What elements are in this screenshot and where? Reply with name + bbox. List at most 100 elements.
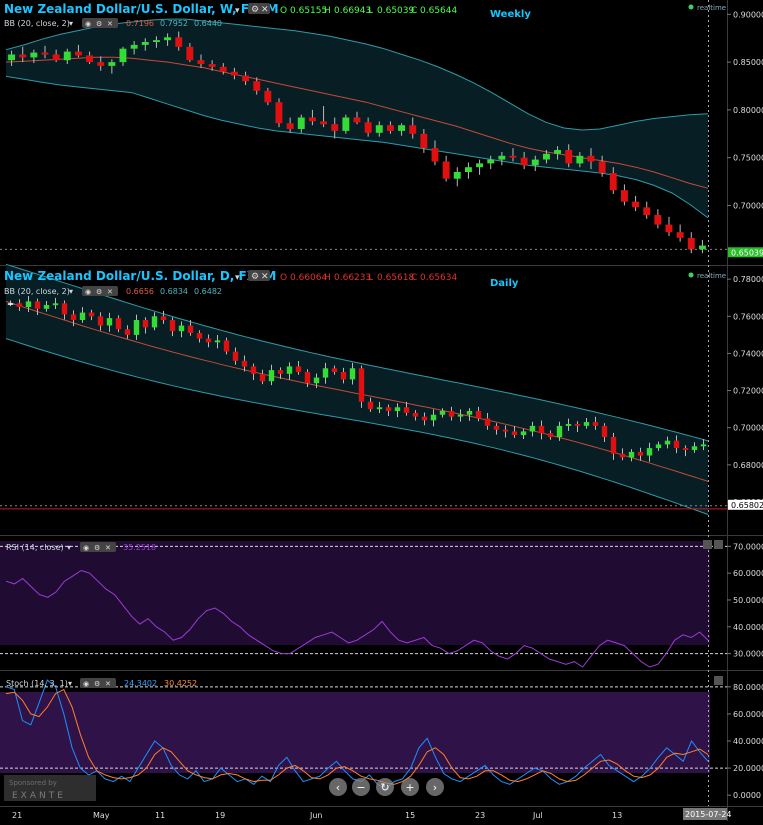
weekly-candle-body bbox=[253, 81, 261, 91]
daily-candle-body bbox=[529, 425, 536, 432]
stoch-dropdown-icon[interactable]: ▾ bbox=[68, 679, 72, 688]
weekly-bb-close-icon[interactable]: ✕ bbox=[107, 20, 113, 28]
daily-axis-label: 0.74000 bbox=[733, 349, 763, 358]
daily-candle-body bbox=[295, 366, 302, 372]
weekly-candle-body bbox=[375, 125, 383, 133]
weekly-candle-body bbox=[164, 37, 171, 41]
daily-candle-body bbox=[691, 446, 698, 450]
daily-candle-body bbox=[97, 316, 104, 326]
weekly-candle-body bbox=[453, 172, 461, 179]
stoch-maximize-button[interactable] bbox=[714, 676, 723, 685]
weekly-candle-body bbox=[576, 155, 584, 164]
daily-candle-body bbox=[700, 444, 707, 447]
weekly-candle-body bbox=[621, 190, 628, 202]
rsi-eye-icon[interactable]: ◉ bbox=[83, 544, 89, 552]
weekly-candle-body bbox=[197, 60, 205, 64]
daily-candle-body bbox=[655, 444, 662, 449]
weekly-candle-body bbox=[442, 161, 450, 179]
weekly-ohlc-o: 0.65155 bbox=[290, 6, 327, 16]
daily-gear-icon[interactable]: ⚙ bbox=[251, 272, 259, 282]
daily-ohlc-o-label: O bbox=[280, 273, 287, 283]
weekly-candle-body bbox=[465, 167, 472, 172]
weekly-close-icon[interactable]: ✕ bbox=[261, 5, 269, 15]
weekly-candle-body bbox=[242, 75, 249, 82]
weekly-price-tag: 0.65039 bbox=[731, 248, 763, 257]
trading-chart-window: 0.90000 0.85000 0.80000 0.75000 0.70000 0.780… bbox=[0, 0, 763, 821]
weekly-ohlc-c-label: C bbox=[411, 6, 417, 16]
rsi-maximize-button[interactable] bbox=[714, 540, 723, 549]
weekly-candle-body bbox=[409, 125, 417, 134]
weekly-bb-eye-icon[interactable]: ◉ bbox=[85, 20, 91, 28]
daily-timeframe-label: Daily bbox=[490, 278, 519, 289]
daily-title-dropdown-icon[interactable]: ▾ bbox=[235, 273, 240, 283]
nav-button-icon[interactable]: ↻ bbox=[380, 781, 389, 794]
weekly-candle-body bbox=[587, 155, 595, 162]
stoch-gear-icon[interactable]: ⚙ bbox=[94, 680, 100, 688]
rsi-minimize-button[interactable] bbox=[703, 540, 712, 549]
daily-bb-gear-icon[interactable]: ⚙ bbox=[96, 288, 102, 296]
weekly-candle-body bbox=[86, 55, 93, 63]
stoch-close-icon[interactable]: ✕ bbox=[105, 680, 111, 688]
weekly-candle-body bbox=[186, 46, 194, 61]
nav-button-icon[interactable]: + bbox=[405, 781, 414, 794]
daily-candle-body bbox=[619, 453, 626, 458]
weekly-candle-body bbox=[41, 52, 49, 55]
weekly-bb-gear-icon[interactable]: ⚙ bbox=[96, 20, 102, 28]
stoch-eye-icon[interactable]: ◉ bbox=[83, 680, 89, 688]
weekly-ohlc-c: 0.65644 bbox=[420, 6, 457, 16]
daily-candle-body bbox=[565, 424, 572, 426]
weekly-gear-icon[interactable]: ⚙ bbox=[251, 5, 259, 15]
daily-candle-body bbox=[259, 373, 266, 382]
daily-candle-body bbox=[232, 351, 239, 361]
nav-button-icon[interactable]: − bbox=[356, 781, 365, 794]
weekly-candle-body bbox=[286, 123, 294, 129]
daily-bb-label[interactable]: BB (20, close, 2) bbox=[4, 287, 70, 296]
daily-candle-body bbox=[187, 325, 194, 333]
nav-button-icon[interactable]: ‹ bbox=[336, 781, 340, 794]
daily-ohlc-h: 0.66233 bbox=[334, 273, 371, 283]
daily-bb-eye-icon[interactable]: ◉ bbox=[85, 288, 91, 296]
weekly-candle-body bbox=[531, 159, 539, 166]
weekly-ohlc-l: 0.65039 bbox=[377, 6, 414, 16]
x-axis-label: Jun bbox=[309, 811, 323, 820]
x-axis-label: 11 bbox=[155, 811, 165, 820]
daily-candle-body bbox=[250, 366, 257, 374]
daily-candle-body bbox=[223, 340, 230, 352]
rsi-panel-fill bbox=[0, 541, 710, 645]
weekly-candle-body bbox=[509, 155, 517, 158]
daily-candle-body bbox=[43, 305, 50, 309]
stoch-label[interactable]: Stoch (14, 3, 1) bbox=[6, 679, 68, 688]
daily-candle-body bbox=[367, 401, 374, 410]
rsi-gear-icon[interactable]: ⚙ bbox=[94, 544, 100, 552]
daily-candle-body bbox=[547, 433, 554, 437]
rsi-close-icon[interactable]: ✕ bbox=[105, 544, 111, 552]
daily-candle-body bbox=[340, 372, 347, 380]
daily-candle-body bbox=[448, 411, 455, 417]
weekly-candle-body bbox=[632, 201, 639, 208]
weekly-title-dropdown-icon[interactable]: ▾ bbox=[235, 6, 240, 16]
daily-bb-close-icon[interactable]: ✕ bbox=[107, 288, 113, 296]
weekly-candle-body bbox=[609, 173, 617, 191]
weekly-ohlc-l-label: L bbox=[368, 6, 373, 16]
stoch-k-value: 24.3402 bbox=[124, 679, 157, 688]
daily-candle-body bbox=[169, 320, 176, 332]
chart-canvas: 0.90000 0.85000 0.80000 0.75000 0.70000 0.780… bbox=[0, 0, 763, 821]
weekly-candle-body bbox=[331, 124, 339, 131]
weekly-bb-dropdown-icon[interactable]: ▾ bbox=[69, 19, 73, 28]
weekly-candle-body bbox=[141, 42, 149, 45]
watermark-line2: EXANTE bbox=[12, 791, 66, 801]
daily-candle-body bbox=[673, 440, 680, 449]
daily-close-icon[interactable]: ✕ bbox=[261, 272, 269, 282]
weekly-candle-body bbox=[543, 153, 550, 160]
weekly-realtime-dot-icon bbox=[688, 4, 694, 10]
weekly-candle-body bbox=[387, 125, 394, 131]
weekly-candle-body bbox=[219, 66, 227, 72]
weekly-candle-body bbox=[487, 159, 495, 164]
daily-candle-body bbox=[358, 368, 365, 402]
rsi-label[interactable]: RSI (14, close) bbox=[6, 543, 64, 552]
daily-bb-dropdown-icon[interactable]: ▾ bbox=[69, 287, 73, 296]
rsi-dropdown-icon[interactable]: ▾ bbox=[67, 543, 71, 552]
weekly-bb-label[interactable]: BB (20, close, 2) bbox=[4, 19, 70, 28]
nav-button-icon[interactable]: › bbox=[433, 781, 437, 794]
weekly-candle-body bbox=[208, 64, 216, 67]
